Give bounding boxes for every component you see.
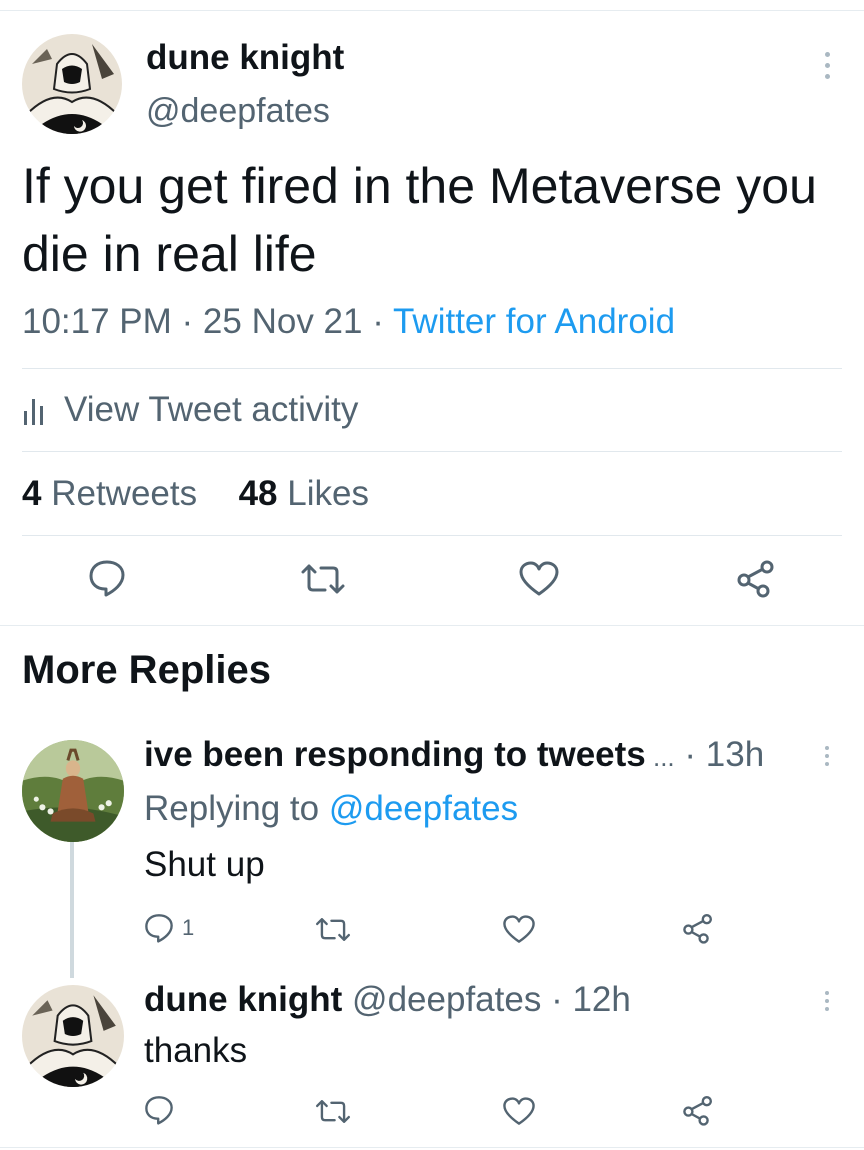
reply-author-avatar[interactable] (22, 740, 124, 842)
like-icon (519, 561, 559, 596)
replying-to-handle[interactable]: @deepfates (329, 789, 518, 828)
reply-button[interactable] (88, 558, 126, 598)
more-icon[interactable] (817, 52, 837, 79)
thread-connector (70, 842, 74, 978)
tweet-action-bar (22, 556, 842, 606)
retweets-count: 4 (22, 474, 42, 513)
reply-icon (145, 1096, 173, 1125)
view-tweet-activity[interactable]: View Tweet activity (22, 390, 358, 430)
reply-action-bar: 1 (144, 908, 844, 958)
author-handle[interactable]: @deepfates (146, 92, 330, 131)
replying-to: Replying to @deepfates (144, 789, 518, 829)
divider (22, 535, 842, 536)
reply-action-bar (144, 1090, 844, 1140)
retweet-button[interactable] (299, 562, 347, 596)
reply-button[interactable]: 1 (144, 912, 194, 944)
name-truncation: ... (645, 742, 675, 772)
meta-separator: · (362, 302, 393, 341)
retweets-label: Retweets (51, 474, 198, 513)
retweet-button[interactable] (314, 916, 352, 943)
reply-button[interactable] (144, 1094, 174, 1126)
retweet-icon (301, 564, 345, 594)
reply-author-name[interactable]: ive been responding to tweets (144, 735, 646, 774)
retweets-stat[interactable]: 4 Retweets (22, 474, 197, 513)
tweet-date[interactable]: 25 Nov 21 (203, 302, 363, 341)
more-icon[interactable] (817, 991, 837, 1011)
share-icon (683, 1096, 712, 1126)
reply-time[interactable]: · 13h (684, 735, 764, 774)
share-icon (737, 560, 774, 598)
meta-separator: · (171, 302, 203, 341)
author-avatar[interactable] (22, 34, 122, 134)
reply-text: thanks (144, 1031, 248, 1070)
like-button[interactable] (502, 1096, 536, 1127)
tweet-source[interactable]: Twitter for Android (393, 302, 675, 341)
replying-to-label: Replying to (144, 789, 320, 828)
like-icon (503, 1097, 535, 1125)
reply-icon (89, 560, 125, 597)
likes-label: Likes (287, 474, 369, 513)
top-divider (0, 10, 864, 11)
bottom-divider (0, 1147, 864, 1148)
section-divider (0, 625, 864, 626)
reply-author-handle[interactable]: @deepfates (352, 980, 541, 1019)
retweet-icon (315, 918, 351, 941)
likes-stat[interactable]: 48 Likes (239, 474, 369, 513)
reply-header: ive been responding to tweets ... · 13h (144, 735, 764, 775)
tweet-activity-icon (24, 399, 43, 425)
like-button[interactable] (518, 560, 560, 598)
divider (22, 368, 842, 369)
retweet-icon (315, 1100, 351, 1123)
reply-count: 1 (182, 915, 195, 940)
share-button[interactable] (682, 912, 714, 944)
reply-text: Shut up (144, 845, 265, 884)
view-tweet-activity-label: View Tweet activity (64, 390, 359, 429)
like-button[interactable] (502, 914, 536, 945)
likes-count: 48 (238, 474, 278, 513)
reply-time[interactable]: · 12h (551, 980, 631, 1019)
reply-author-name[interactable]: dune knight (144, 980, 342, 1019)
reply-author-avatar[interactable] (22, 985, 124, 1087)
retweet-button[interactable] (314, 1098, 352, 1125)
author-name[interactable]: dune knight (146, 38, 344, 78)
reply-icon (145, 914, 173, 943)
more-replies-heading: More Replies (22, 648, 271, 692)
engagement-stats: 4 Retweets 48 Likes (22, 474, 369, 514)
tweet-text: If you get fired in the Metaverse you di… (22, 158, 817, 282)
tweet-time[interactable]: 10:17 PM (22, 302, 172, 341)
like-icon (503, 915, 535, 943)
share-button[interactable] (682, 1094, 714, 1126)
more-icon[interactable] (817, 746, 837, 766)
reply-header: dune knight @deepfates · 12h (144, 980, 631, 1020)
share-icon (683, 914, 712, 944)
share-button[interactable] (736, 558, 776, 598)
divider (22, 451, 842, 452)
tweet-timestamp: 10:17 PM · 25 Nov 21 · Twitter for Andro… (22, 302, 675, 342)
